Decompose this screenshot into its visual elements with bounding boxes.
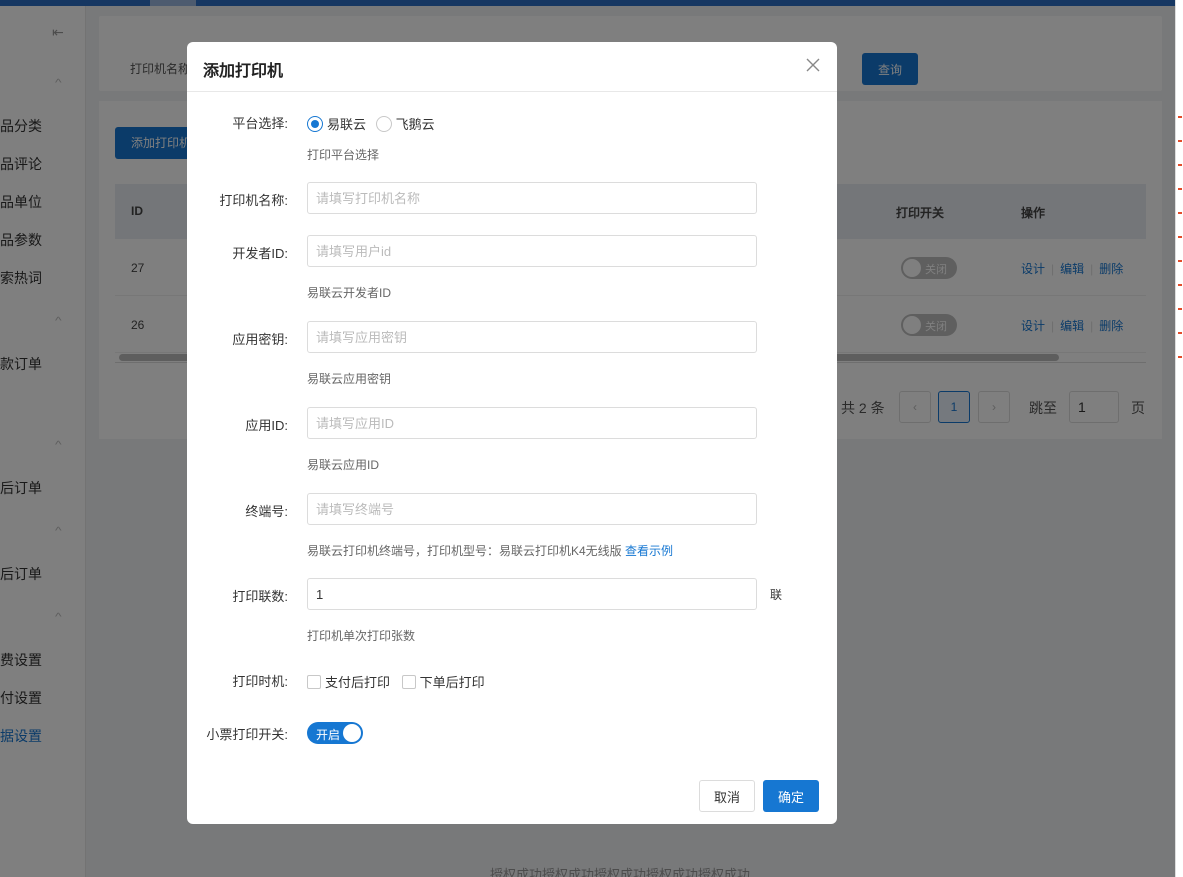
terminal-input[interactable] — [307, 493, 757, 525]
right-panel-edge — [1175, 0, 1183, 877]
app-id-hint: 易联云应用ID — [307, 458, 380, 472]
close-icon[interactable] — [805, 57, 821, 73]
terminal-label: 终端号: — [245, 504, 288, 519]
developer-id-input[interactable] — [307, 235, 757, 267]
dialog-title: 添加打印机 — [203, 63, 284, 80]
confirm-button[interactable]: 确定 — [763, 780, 819, 812]
dialog-header: 添加打印机 — [187, 42, 837, 92]
copies-label: 打印联数: — [232, 589, 288, 604]
developer-id-label: 开发者ID: — [232, 246, 288, 261]
radio-feieyun[interactable]: 飞鹅云 — [375, 114, 435, 133]
timing-label: 打印时机: — [232, 674, 288, 689]
checkbox-after-payment[interactable]: 支付后打印 — [307, 672, 390, 691]
platform-label: 平台选择: — [232, 116, 288, 131]
receipt-switch-row: 小票打印开关: 开启 — [187, 722, 837, 744]
app-id-input[interactable] — [307, 407, 757, 439]
copies-unit: 联 — [770, 588, 783, 602]
printer-name-input[interactable] — [307, 182, 757, 214]
name-label: 打印机名称: — [219, 193, 288, 208]
app-secret-hint: 易联云应用密钥 — [307, 372, 392, 386]
copies-input[interactable] — [307, 578, 757, 610]
cancel-button[interactable]: 取消 — [699, 780, 755, 812]
timing-checkbox-group: 支付后打印 下单后打印 — [307, 672, 493, 692]
copies-hint: 打印机单次打印张数 — [307, 629, 416, 643]
receipt-switch-label: 小票打印开关: — [206, 727, 288, 742]
terminal-hint: 易联云打印机终端号，打印机型号：易联云打印机K4无线版 查看示例 — [307, 544, 674, 558]
app-secret-input[interactable] — [307, 321, 757, 353]
developer-id-hint: 易联云开发者ID — [307, 286, 392, 300]
app-id-label: 应用ID: — [245, 418, 288, 433]
checkbox-after-order[interactable]: 下单后打印 — [401, 672, 485, 691]
radio-yilianyun[interactable]: 易联云 — [307, 114, 366, 133]
add-printer-dialog: 添加打印机 平台选择: 易联云 飞鹅云 打印平台选择 打印机名称: 开发者ID:… — [187, 42, 837, 824]
receipt-print-toggle[interactable]: 开启 — [307, 722, 363, 744]
app-secret-label: 应用密钥: — [232, 332, 288, 347]
platform-hint: 打印平台选择 — [307, 148, 380, 162]
platform-radio-group: 易联云 飞鹅云 — [307, 114, 441, 135]
view-example-link[interactable]: 查看示例 — [625, 544, 673, 558]
